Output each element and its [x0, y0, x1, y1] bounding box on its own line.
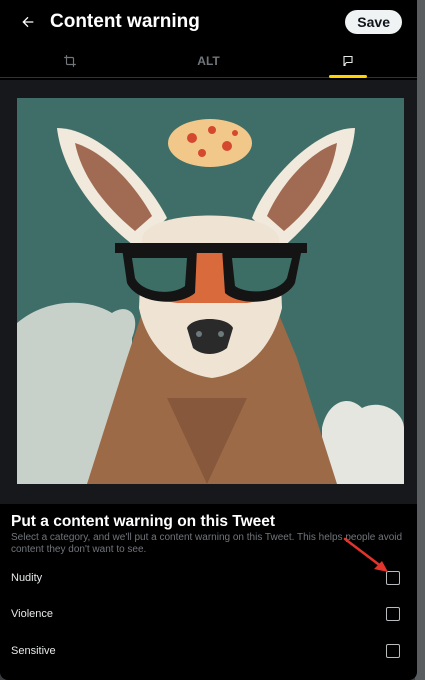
modal-title: Content warning	[50, 11, 200, 32]
content-warning-heading: Put a content warning on this Tweet	[11, 513, 276, 530]
option-nudity-label: Nudity	[11, 572, 43, 584]
crop-icon	[63, 54, 76, 67]
option-violence[interactable]: Violence	[0, 596, 417, 632]
media-image	[17, 98, 404, 484]
sensitive-checkbox[interactable]	[386, 644, 400, 658]
option-sensitive[interactable]: Sensitive	[0, 633, 417, 669]
option-nudity[interactable]: Nudity	[0, 560, 417, 596]
tab-content-warning[interactable]	[278, 44, 417, 77]
save-button[interactable]: Save	[345, 10, 402, 34]
nudity-checkbox[interactable]	[386, 571, 400, 585]
content-warning-modal: Content warning Save ALT Put a content w…	[0, 0, 417, 680]
content-warning-description: Select a category, and we'll put a conte…	[11, 532, 403, 555]
option-violence-label: Violence	[11, 608, 53, 620]
deer-with-sunglasses-illustration	[17, 98, 404, 484]
tab-alt[interactable]: ALT	[139, 44, 278, 77]
arrow-left-icon	[22, 16, 34, 28]
tab-crop[interactable]	[0, 44, 139, 77]
content-warning-info: Put a content warning on this Tweet Sele…	[0, 505, 417, 556]
media-edit-tabs: ALT	[0, 44, 417, 78]
media-preview-area	[0, 80, 417, 504]
tab-alt-label: ALT	[197, 53, 220, 68]
option-sensitive-label: Sensitive	[11, 645, 56, 657]
back-button[interactable]	[10, 4, 46, 40]
flag-icon	[342, 55, 353, 66]
modal-header: Content warning Save	[0, 0, 417, 44]
violence-checkbox[interactable]	[386, 607, 400, 621]
